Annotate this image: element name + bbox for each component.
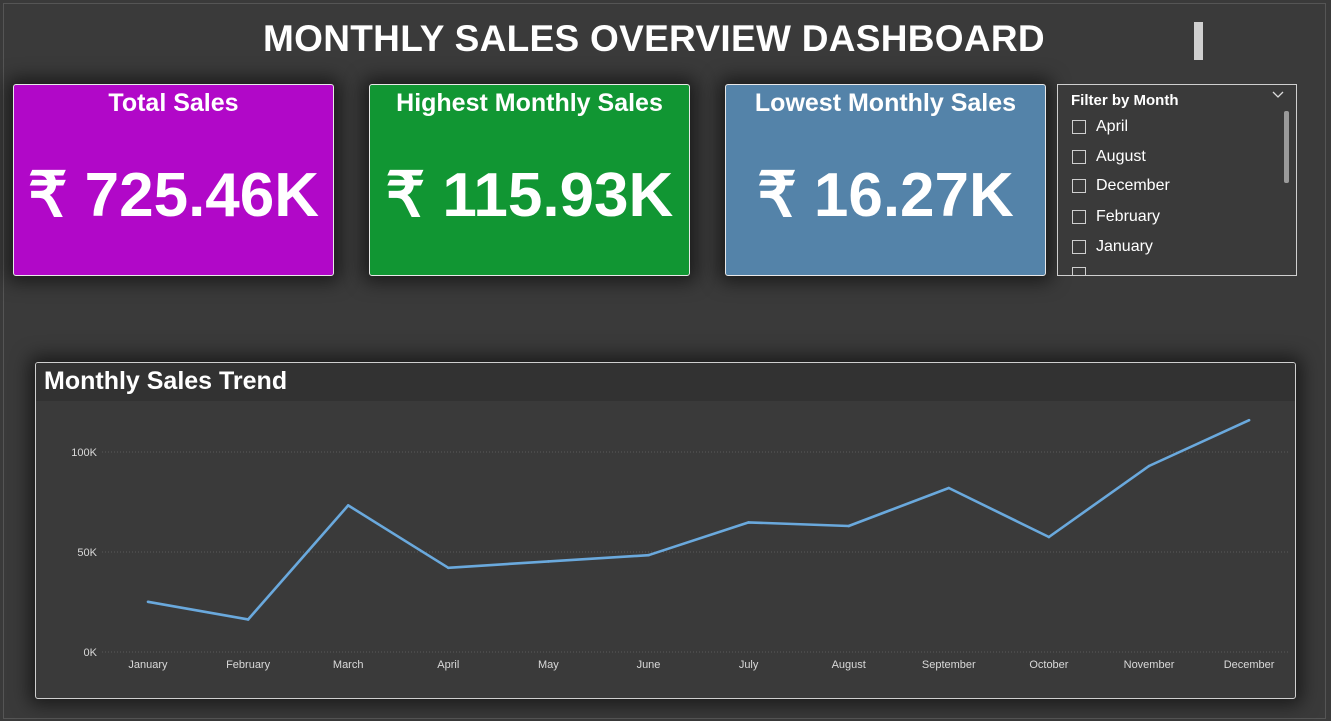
kpi-highest-title: Highest Monthly Sales bbox=[396, 89, 663, 117]
data-point[interactable] bbox=[647, 553, 650, 557]
checkbox[interactable] bbox=[1072, 240, 1086, 254]
x-tick-label: April bbox=[437, 659, 459, 671]
data-point[interactable] bbox=[1147, 464, 1151, 468]
data-point[interactable] bbox=[847, 524, 850, 528]
data-point[interactable] bbox=[947, 486, 951, 490]
kpi-lowest-value: ₹ 16.27K bbox=[757, 161, 1014, 230]
filter-option-label: February bbox=[1096, 208, 1161, 225]
data-point[interactable] bbox=[246, 618, 250, 621]
kpi-card-lowest-sales[interactable]: Lowest Monthly Sales ₹ 16.27K bbox=[725, 84, 1046, 276]
kpi-lowest-title: Lowest Monthly Sales bbox=[754, 89, 1017, 117]
filter-option-february[interactable]: February bbox=[1072, 206, 1160, 228]
series-line[interactable] bbox=[147, 418, 1250, 621]
x-tick-label: July bbox=[739, 659, 759, 671]
x-tick-label: October bbox=[1029, 659, 1068, 671]
data-point[interactable] bbox=[146, 600, 150, 604]
x-tick-label: January bbox=[128, 659, 168, 671]
dashboard-title: MONTHLY SALES OVERVIEW DASHBOARD bbox=[263, 18, 1045, 59]
data-point[interactable] bbox=[747, 521, 750, 524]
kpi-total-value: ₹ 725.46K bbox=[27, 161, 320, 230]
kpi-total-title: Total Sales bbox=[108, 89, 239, 117]
sales-trend-chart: 0K 50K 100K January February March April May Jun… bbox=[71, 418, 1288, 671]
filter-option-label: January bbox=[1096, 238, 1153, 255]
sales-trend-chart-card[interactable]: Monthly Sales Trend 0K 50K 100K January Febr… bbox=[35, 362, 1296, 699]
kpi-card-highest-sales[interactable]: Highest Monthly Sales ₹ 115.93K bbox=[369, 84, 690, 276]
y-tick-label: 0K bbox=[84, 647, 98, 659]
data-point[interactable] bbox=[547, 560, 550, 563]
y-tick-label: 50K bbox=[77, 547, 97, 559]
filter-option-december[interactable]: December bbox=[1072, 175, 1170, 197]
kpi-card-total-sales[interactable]: Total Sales ₹ 725.46K bbox=[13, 84, 334, 276]
kpi-highest-value: ₹ 115.93K bbox=[385, 161, 674, 230]
y-tick-label: 100K bbox=[71, 447, 97, 459]
filter-option-april[interactable]: April bbox=[1072, 116, 1128, 138]
x-tick-label: November bbox=[1124, 659, 1175, 671]
checkbox[interactable] bbox=[1072, 267, 1086, 275]
header-bar-shape bbox=[1194, 22, 1203, 60]
filter-option-label: August bbox=[1096, 148, 1146, 165]
checkbox[interactable] bbox=[1072, 150, 1086, 164]
filter-title: Filter by Month bbox=[1071, 92, 1179, 109]
data-point[interactable] bbox=[447, 566, 450, 570]
checkbox[interactable] bbox=[1072, 210, 1086, 224]
filter-option-august[interactable]: August bbox=[1072, 146, 1146, 168]
filter-option-january[interactable]: January bbox=[1072, 236, 1153, 258]
x-tick-label: March bbox=[333, 659, 364, 671]
chevron-down-icon[interactable] bbox=[1271, 88, 1285, 107]
x-tick-label: August bbox=[832, 659, 866, 671]
x-tick-label: February bbox=[226, 659, 271, 671]
data-point[interactable] bbox=[1247, 418, 1251, 422]
slicer-scrollbar[interactable] bbox=[1284, 111, 1289, 183]
x-tick-label: December bbox=[1224, 659, 1275, 671]
checkbox[interactable] bbox=[1072, 179, 1086, 193]
x-tick-label: June bbox=[637, 659, 661, 671]
filter-option-partial[interactable] bbox=[1072, 263, 1096, 275]
data-point[interactable] bbox=[1047, 535, 1051, 539]
filter-option-label: April bbox=[1096, 118, 1129, 135]
checkbox[interactable] bbox=[1072, 120, 1086, 134]
month-filter-slicer[interactable]: Filter by Month April August December Fe… bbox=[1057, 84, 1297, 276]
filter-option-label: December bbox=[1096, 177, 1170, 194]
x-tick-label: September bbox=[922, 659, 976, 671]
data-point[interactable] bbox=[346, 504, 350, 507]
x-tick-label: May bbox=[538, 659, 559, 671]
